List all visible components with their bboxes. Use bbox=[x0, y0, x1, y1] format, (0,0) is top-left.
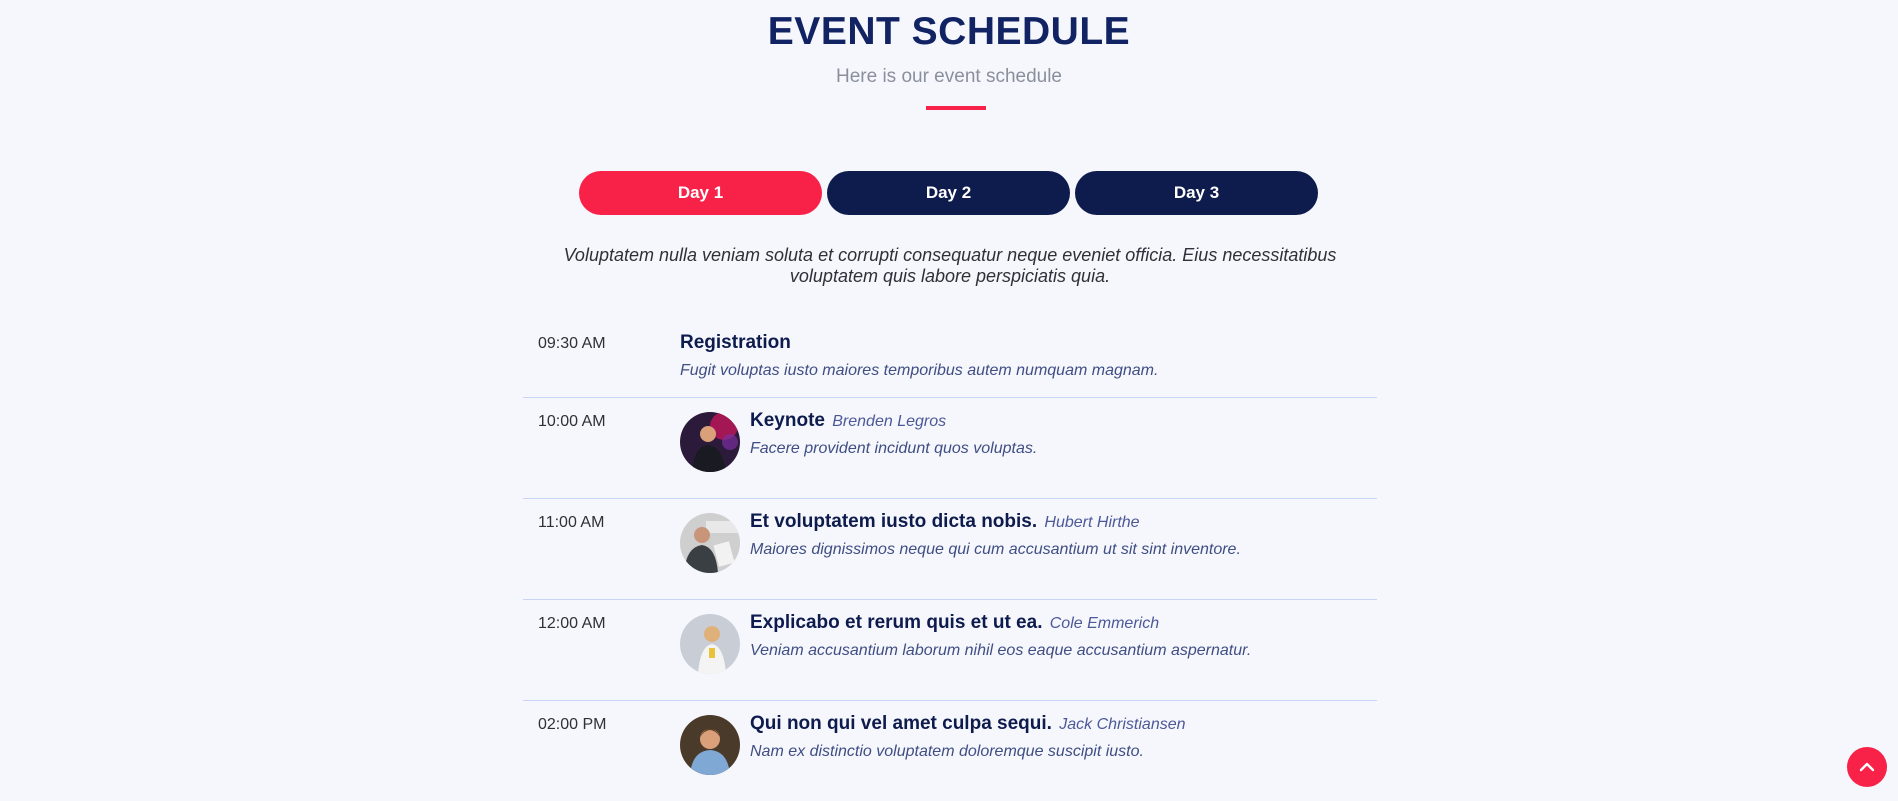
tab-day-3[interactable]: Day 3 bbox=[1075, 171, 1318, 215]
schedule-time: 02:00 PM bbox=[538, 716, 607, 733]
schedule-row: 02:00 PM Qui non qui vel amet culpa sequ… bbox=[523, 701, 1377, 801]
schedule-row: 12:00 AM Explicabo et rerum quis et ut e… bbox=[523, 600, 1377, 701]
speaker-name: Jack Christiansen bbox=[1059, 716, 1186, 733]
tab-day-2[interactable]: Day 2 bbox=[827, 171, 1070, 215]
schedule-intro: Voluptatem nulla veniam soluta et corrup… bbox=[563, 245, 1337, 286]
back-to-top-button[interactable] bbox=[1847, 747, 1887, 787]
schedule-row: 10:00 AM Keynote Brenden Legros Facere p… bbox=[523, 398, 1377, 499]
speaker-name: Brenden Legros bbox=[832, 413, 947, 430]
section-title: EVENT SCHEDULE bbox=[767, 10, 1131, 53]
schedule-content: Keynote Brenden Legros Facere provident … bbox=[750, 410, 1037, 458]
event-title-text: Qui non qui vel amet culpa sequi. bbox=[750, 713, 1052, 734]
event-title: Registration bbox=[680, 332, 1158, 354]
schedule-row: 09:30 AM Registration Fugit voluptas ius… bbox=[523, 320, 1377, 398]
event-title-text: Registration bbox=[680, 332, 791, 353]
event-description: Veniam accusantium laborum nihil eos eaq… bbox=[750, 642, 1252, 659]
tab-day-1[interactable]: Day 1 bbox=[579, 171, 822, 215]
event-title: Et voluptatem iusto dicta nobis. Hubert … bbox=[750, 511, 1241, 533]
event-title: Qui non qui vel amet culpa sequi. Jack C… bbox=[750, 713, 1186, 735]
event-title-text: Explicabo et rerum quis et ut ea. bbox=[750, 612, 1043, 633]
schedule-content: Registration Fugit voluptas iusto maiore… bbox=[680, 332, 1158, 380]
schedule-content: Et voluptatem iusto dicta nobis. Hubert … bbox=[750, 511, 1241, 559]
schedule-content: Explicabo et rerum quis et ut ea. Cole E… bbox=[750, 612, 1251, 660]
event-title: Keynote Brenden Legros bbox=[750, 410, 1037, 432]
speaker-avatar[interactable] bbox=[680, 614, 740, 674]
schedule-time: 12:00 AM bbox=[538, 615, 606, 632]
title-underline bbox=[926, 106, 986, 110]
speaker-avatar[interactable] bbox=[680, 715, 740, 775]
speaker-name: Hubert Hirthe bbox=[1044, 514, 1140, 531]
speaker-name: Cole Emmerich bbox=[1049, 615, 1160, 632]
schedule-row: 11:00 AM Et voluptatem iusto dicta nobis… bbox=[523, 499, 1377, 600]
event-title: Explicabo et rerum quis et ut ea. Cole E… bbox=[750, 612, 1251, 634]
section-subtitle: Here is our event schedule bbox=[835, 66, 1062, 87]
event-title-text: Keynote bbox=[750, 410, 825, 431]
schedule-time: 11:00 AM bbox=[538, 514, 605, 531]
schedule-content: Qui non qui vel amet culpa sequi. Jack C… bbox=[750, 713, 1186, 761]
day-tabs: Day 1 Day 2 Day 3 bbox=[579, 171, 1318, 215]
chevron-up-icon bbox=[1859, 762, 1875, 772]
event-description: Nam ex distinctio voluptatem doloremque … bbox=[750, 743, 1144, 760]
event-description: Fugit voluptas iusto maiores temporibus … bbox=[680, 362, 1159, 379]
event-description: Facere provident incidunt quos voluptas. bbox=[750, 440, 1038, 457]
speaker-avatar[interactable] bbox=[680, 412, 740, 472]
schedule-section: EVENT SCHEDULE Here is our event schedul… bbox=[0, 0, 1898, 801]
schedule-list: 09:30 AM Registration Fugit voluptas ius… bbox=[523, 320, 1377, 801]
speaker-avatar[interactable] bbox=[680, 513, 740, 573]
schedule-time: 09:30 AM bbox=[538, 335, 606, 352]
event-description: Maiores dignissimos neque qui cum accusa… bbox=[750, 541, 1241, 558]
event-title-text: Et voluptatem iusto dicta nobis. bbox=[750, 511, 1038, 532]
schedule-time: 10:00 AM bbox=[538, 413, 606, 430]
